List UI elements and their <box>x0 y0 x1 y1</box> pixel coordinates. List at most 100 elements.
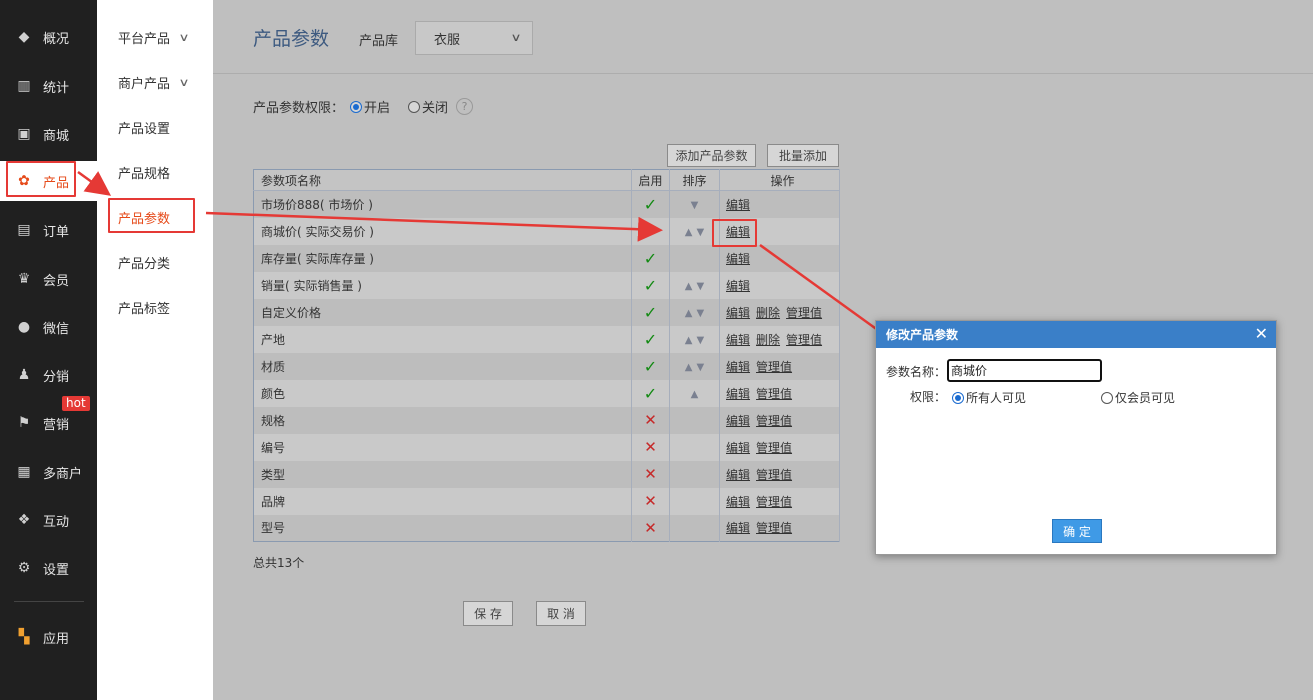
cross-icon: ✕ <box>644 465 657 483</box>
close-icon[interactable]: ✕ <box>1255 324 1268 343</box>
highlight-product-nav <box>6 161 76 197</box>
subnav-platform-products[interactable]: 平台产品 ∨ <box>97 17 213 57</box>
edit-param-dialog: 修改产品参数 ✕ 参数名称： 权限： 所有人可见 仅会员可见 确 定 <box>875 320 1277 555</box>
nav-settings[interactable]: ⚙ 设置 <box>0 548 97 588</box>
action-link[interactable]: 管理值 <box>756 521 792 535</box>
arrow-up-icon[interactable]: ▲ <box>685 308 693 319</box>
action-link[interactable]: 编辑 <box>726 360 750 374</box>
subnav-product-specs[interactable]: 产品规格 <box>97 152 213 192</box>
action-link[interactable]: 删除 <box>756 306 780 320</box>
sort-cell: ▲ <box>669 379 720 407</box>
param-name-input[interactable] <box>947 359 1102 382</box>
action-link[interactable]: 编辑 <box>726 468 750 482</box>
enabled-cell[interactable]: ✓ <box>631 244 670 272</box>
nav-order[interactable]: ▤ 订单 <box>0 210 97 250</box>
action-link[interactable]: 管理值 <box>786 306 822 320</box>
action-link[interactable]: 管理值 <box>756 414 792 428</box>
check-icon: ✓ <box>643 248 658 268</box>
enabled-cell[interactable]: ✕ <box>631 433 670 461</box>
batch-add-button[interactable]: 批量添加 <box>767 144 839 167</box>
actions-cell: 编辑 <box>719 190 840 218</box>
subnav-product-settings[interactable]: 产品设置 <box>97 107 213 147</box>
arrow-up-icon[interactable]: ▲ <box>685 362 693 373</box>
nav-overview[interactable]: ◆ 概况 <box>0 17 97 57</box>
apps-icon: ▚ <box>18 629 30 645</box>
nav-apps[interactable]: ▚ 应用 <box>0 617 97 657</box>
action-link[interactable]: 编辑 <box>726 333 750 347</box>
table-row: 库存量( 实际库存量 ) ✓ 编辑 <box>253 244 840 272</box>
enabled-cell[interactable]: ✕ <box>631 460 670 488</box>
subnav-product-tags[interactable]: 产品标签 <box>97 287 213 327</box>
action-link[interactable]: 编辑 <box>726 521 750 535</box>
arrow-down-icon[interactable]: ▼ <box>697 281 705 292</box>
sort-cell <box>669 244 720 272</box>
arrow-down-icon[interactable]: ▼ <box>697 335 705 346</box>
arrow-up-icon[interactable]: ▲ <box>685 281 693 292</box>
arrow-up-icon[interactable]: ▲ <box>685 227 693 238</box>
library-select[interactable]: 衣服 ∨ <box>415 21 533 55</box>
enabled-cell[interactable]: ✓ <box>631 190 670 218</box>
action-link[interactable]: 编辑 <box>726 252 750 266</box>
radio-all-visible[interactable]: 所有人可见 <box>952 389 1026 406</box>
check-icon: ✓ <box>643 302 658 322</box>
param-name: 编号 <box>253 433 632 461</box>
chevron-down-icon: ∨ <box>178 30 190 44</box>
enabled-cell[interactable]: ✕ <box>631 406 670 434</box>
action-link[interactable]: 管理值 <box>756 441 792 455</box>
actions-cell: 编辑 管理值 <box>719 379 840 407</box>
subnav-merchant-products[interactable]: 商户产品 ∨ <box>97 62 213 102</box>
arrow-up-icon[interactable]: ▲ <box>691 389 699 400</box>
arrow-down-icon[interactable]: ▼ <box>697 308 705 319</box>
enabled-cell[interactable]: ✓ <box>631 298 670 326</box>
help-icon[interactable]: ? <box>456 98 474 115</box>
action-link[interactable]: 编辑 <box>726 306 750 320</box>
radio-off[interactable]: 关闭 <box>408 97 448 116</box>
radio-on[interactable]: 开启 <box>350 97 390 116</box>
nav-member[interactable]: ♛ 会员 <box>0 259 97 299</box>
action-link[interactable]: 管理值 <box>756 360 792 374</box>
action-link[interactable]: 管理值 <box>756 495 792 509</box>
arrow-up-icon[interactable]: ▲ <box>685 335 693 346</box>
add-param-button[interactable]: 添加产品参数 <box>667 144 756 167</box>
enabled-cell[interactable]: ✓ <box>631 325 670 353</box>
radio-member-only[interactable]: 仅会员可见 <box>1101 389 1175 406</box>
param-name: 商城价( 实际交易价 ) <box>253 217 632 245</box>
nav-mall[interactable]: ▣ 商城 <box>0 114 97 154</box>
action-link[interactable]: 管理值 <box>786 333 822 347</box>
table-header: 参数项名称 启用 排序 操作 <box>253 169 840 191</box>
check-icon: ✓ <box>643 194 658 214</box>
actions-cell: 编辑 管理值 <box>719 487 840 515</box>
cancel-button[interactable]: 取 消 <box>536 601 586 626</box>
subnav-product-categories[interactable]: 产品分类 <box>97 242 213 282</box>
nav-interact[interactable]: ❖ 互动 <box>0 500 97 540</box>
enabled-cell[interactable]: ✕ <box>631 487 670 515</box>
sort-cell <box>669 487 720 515</box>
action-link[interactable]: 管理值 <box>756 468 792 482</box>
nav-distribution[interactable]: ♟ 分销 <box>0 355 97 395</box>
action-link[interactable]: 编辑 <box>726 198 750 212</box>
flag-icon: ⚑ <box>17 415 31 431</box>
action-link[interactable]: 管理值 <box>756 387 792 401</box>
enabled-cell[interactable]: ✕ <box>631 514 670 542</box>
arrow-down-icon[interactable]: ▼ <box>697 227 705 238</box>
nav-multi-merchant[interactable]: ▦ 多商户 <box>0 452 97 492</box>
action-link[interactable]: 编辑 <box>726 441 750 455</box>
action-link[interactable]: 编辑 <box>726 414 750 428</box>
actions-cell: 编辑 管理值 <box>719 433 840 461</box>
arrow-down-icon[interactable]: ▼ <box>691 200 699 211</box>
action-link[interactable]: 编辑 <box>726 495 750 509</box>
table-row: 型号 ✕ 编辑 管理值 <box>253 514 840 542</box>
arrow-down-icon[interactable]: ▼ <box>697 362 705 373</box>
action-link[interactable]: 删除 <box>756 333 780 347</box>
nav-wechat[interactable]: ● 微信 <box>0 307 97 347</box>
enabled-cell[interactable]: ✓ <box>631 379 670 407</box>
confirm-button[interactable]: 确 定 <box>1052 519 1102 543</box>
enabled-cell[interactable]: ✓ <box>631 352 670 380</box>
enabled-cell[interactable]: ✓ <box>631 271 670 299</box>
save-button[interactable]: 保 存 <box>463 601 513 626</box>
enabled-cell[interactable]: ✓ <box>631 217 670 245</box>
sort-cell <box>669 460 720 488</box>
action-link[interactable]: 编辑 <box>726 387 750 401</box>
action-link[interactable]: 编辑 <box>726 279 750 293</box>
nav-statistics[interactable]: ▥ 统计 <box>0 66 97 106</box>
